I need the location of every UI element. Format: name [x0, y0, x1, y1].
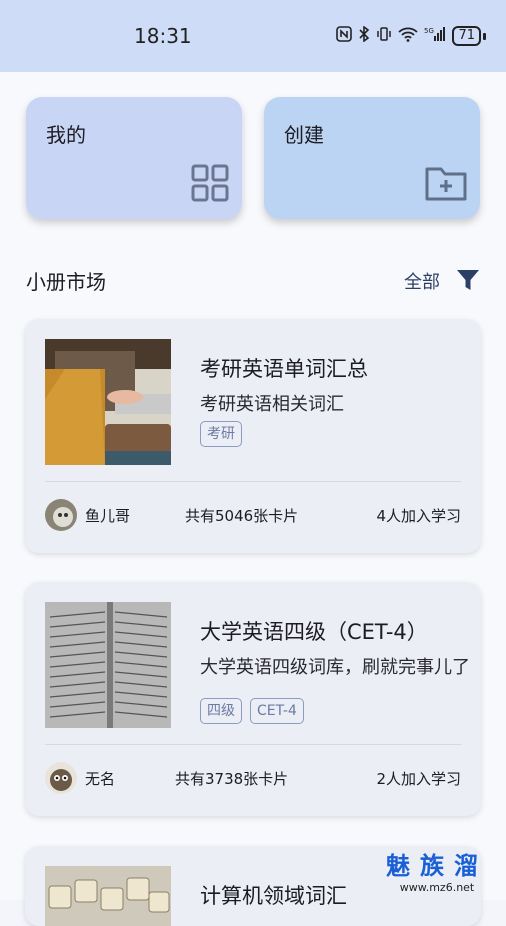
book-tag: CET-4 — [250, 698, 304, 724]
author-name: 鱼儿哥 — [85, 507, 131, 525]
folder-add-icon — [424, 163, 468, 207]
section-title: 小册市场 — [26, 270, 106, 294]
wifi-icon — [398, 26, 419, 46]
watermark: 魅族溜 www.mz6.net — [386, 846, 488, 894]
book-title: 大学英语四级（CET-4） — [200, 620, 428, 644]
book-tags: 考研 — [200, 421, 242, 447]
status-icons: 5G 71 — [336, 25, 486, 46]
create-tile[interactable]: 创建 — [264, 97, 480, 219]
status-bar: 18:31 5G 71 — [0, 0, 506, 72]
book-tag: 四级 — [200, 698, 242, 724]
book-cover-image — [45, 602, 171, 728]
bluetooth-icon — [358, 25, 370, 46]
battery-indicator: 71 — [452, 26, 481, 46]
create-label: 创建 — [284, 123, 324, 147]
book-description: 大学英语四级词库，刷就完事儿了 — [200, 657, 470, 678]
watermark-brand: 魅族溜 — [386, 852, 488, 880]
svg-text:5G: 5G — [424, 27, 434, 35]
avatar[interactable] — [45, 499, 77, 531]
my-books-label: 我的 — [46, 123, 86, 147]
signal-icon: 5G — [424, 26, 446, 46]
card-count: 共有3738张卡片 — [175, 770, 289, 788]
main-content: 我的 创建 小册市场 全部 考研英语单词汇总 考研英语相关词汇 考研 鱼儿哥 共… — [0, 72, 506, 926]
status-time: 18:31 — [134, 24, 192, 48]
battery-nub — [483, 32, 486, 40]
avatar[interactable] — [45, 762, 77, 794]
vibrate-icon — [376, 26, 392, 46]
watermark-url: www.mz6.net — [399, 881, 475, 894]
book-cover-image — [45, 866, 171, 926]
learner-count: 2人加入学习 — [376, 770, 461, 788]
book-title: 考研英语单词汇总 — [200, 357, 368, 381]
nfc-icon — [336, 26, 353, 46]
book-title: 计算机领域词汇 — [200, 884, 347, 908]
grid-icon — [190, 163, 230, 207]
author-name: 无名 — [85, 770, 116, 788]
book-card[interactable]: 考研英语单词汇总 考研英语相关词汇 考研 鱼儿哥 共有5046张卡片 4人加入学… — [25, 319, 481, 553]
card-divider — [45, 744, 461, 745]
filter-all-button[interactable]: 全部 — [404, 268, 440, 294]
book-description: 考研英语相关词汇 — [200, 394, 344, 415]
card-divider — [45, 481, 461, 482]
book-tag: 考研 — [200, 421, 242, 447]
book-card[interactable]: 大学英语四级（CET-4） 大学英语四级词库，刷就完事儿了 四级 CET-4 无… — [25, 582, 481, 816]
learner-count: 4人加入学习 — [376, 507, 461, 525]
card-footer: 无名 共有3738张卡片 2人加入学习 — [45, 760, 461, 796]
book-cover-image — [45, 339, 171, 465]
book-tags: 四级 CET-4 — [200, 698, 304, 724]
my-books-tile[interactable]: 我的 — [26, 97, 242, 219]
card-footer: 鱼儿哥 共有5046张卡片 4人加入学习 — [45, 497, 461, 533]
card-count: 共有5046张卡片 — [185, 507, 299, 525]
filter-icon[interactable] — [456, 268, 480, 296]
